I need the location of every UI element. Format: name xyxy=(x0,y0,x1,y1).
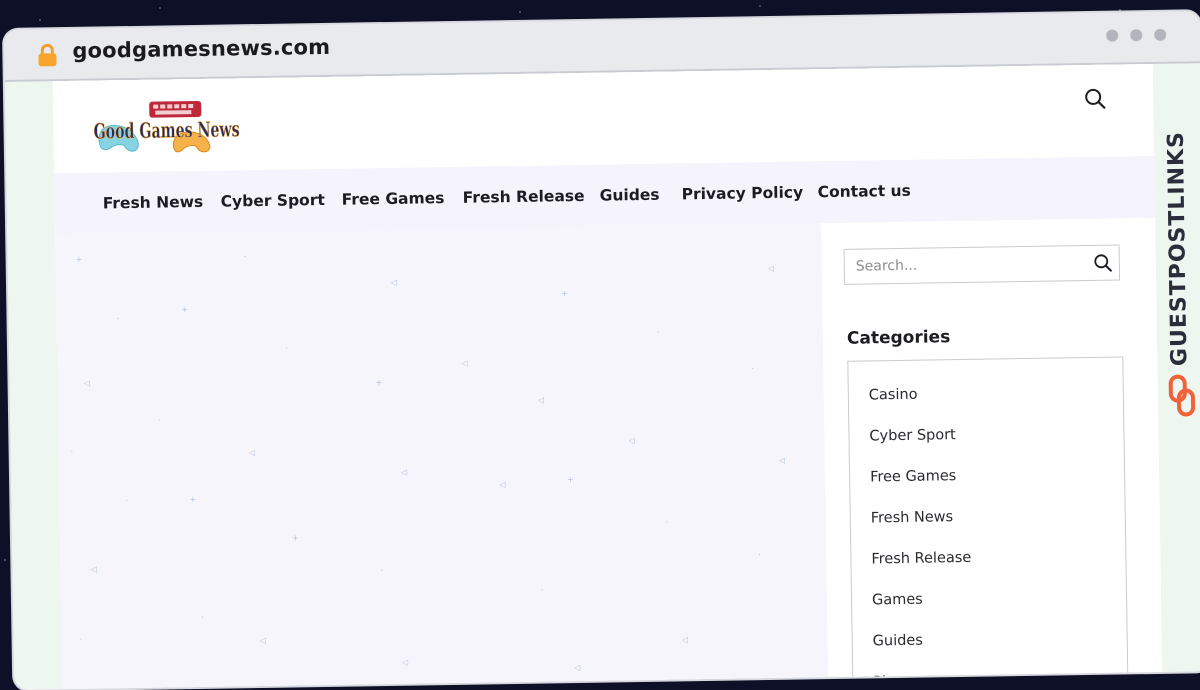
website: Good Games News Fresh News Cyber Sport F… xyxy=(52,63,1163,690)
background-speck: + xyxy=(181,305,189,315)
background-speck: ◁ xyxy=(90,564,97,574)
background-speck: ◁ xyxy=(461,358,468,368)
background-speck: · xyxy=(284,343,288,353)
background-speck: · xyxy=(243,252,247,262)
background-speck: ◁ xyxy=(83,378,90,388)
nav-item-cyber-sport[interactable]: Cyber Sport xyxy=(221,191,325,211)
category-link-fresh-release[interactable]: Fresh Release xyxy=(871,550,971,568)
background-speck: · xyxy=(70,446,74,457)
background-speck: · xyxy=(540,585,544,595)
search-input[interactable] xyxy=(844,245,1108,284)
background-speck: · xyxy=(665,517,669,527)
background-speck: · xyxy=(201,612,204,622)
category-link-casino[interactable]: Casino xyxy=(869,387,918,404)
sidebar-search xyxy=(843,244,1121,285)
window-dot[interactable] xyxy=(1106,29,1119,42)
background-speck: ◁ xyxy=(259,635,266,646)
category-link-games[interactable]: Games xyxy=(872,592,923,609)
background-speck: · xyxy=(158,415,161,425)
background-speck: + xyxy=(189,495,197,505)
lock-icon xyxy=(38,43,57,67)
logo-text: Good Games News xyxy=(93,116,239,143)
category-link-phone[interactable]: Phone xyxy=(873,674,918,690)
guestpostlinks-watermark: GUESTPOSTLINKS xyxy=(1160,118,1200,419)
background-speck: ◁ xyxy=(499,480,506,490)
address-bar-url[interactable]: goodgamesnews.com xyxy=(72,35,330,63)
nav-item-guides[interactable]: Guides xyxy=(600,186,660,205)
nav-item-free-games[interactable]: Free Games xyxy=(342,189,445,209)
background-speck: · xyxy=(758,550,761,560)
categories-heading: Categories xyxy=(846,327,951,349)
nav-item-fresh-release[interactable]: Fresh Release xyxy=(463,187,585,207)
background-speck: · xyxy=(79,634,83,644)
category-link-cyber-sport[interactable]: Cyber Sport xyxy=(869,427,956,444)
nav-item-fresh-news[interactable]: Fresh News xyxy=(103,193,204,213)
background-speck: ◁ xyxy=(401,657,409,667)
background-speck: ◁ xyxy=(767,263,775,274)
background-speck: · xyxy=(656,327,660,337)
sidebar: Categories Casino Cyber Sport Free Games… xyxy=(821,217,1163,690)
background-speck: ◁ xyxy=(537,395,545,405)
categories-list: Casino Cyber Sport Free Games Fresh News… xyxy=(847,356,1129,690)
background-speck: · xyxy=(125,496,129,506)
background-speck: + xyxy=(75,254,83,264)
search-submit-icon[interactable] xyxy=(1093,253,1113,273)
category-link-free-games[interactable]: Free Games xyxy=(870,468,956,485)
watermark-text: GUESTPOSTLINKS xyxy=(1163,130,1193,367)
background-speck: ◁ xyxy=(390,277,398,287)
background-speck: ◁ xyxy=(574,663,581,673)
browser-window: goodgamesnews.com Good Games Fresh News … xyxy=(4,11,1200,690)
background-speck: ◁ xyxy=(628,436,635,446)
site-logo[interactable]: Good Games News xyxy=(91,94,242,162)
search-icon[interactable] xyxy=(1083,87,1107,111)
site-header: Good Games News xyxy=(52,63,1155,174)
background-speck: ◁ xyxy=(681,635,688,645)
chain-link-icon xyxy=(1168,374,1196,417)
category-link-guides[interactable]: Guides xyxy=(873,633,923,650)
category-link-fresh-news[interactable]: Fresh News xyxy=(871,509,954,526)
background-speck: ◁ xyxy=(248,448,255,458)
background-speck: + xyxy=(567,475,574,485)
background-speck: · xyxy=(751,364,755,374)
background-speck: ◁ xyxy=(778,455,786,465)
background-speck: · xyxy=(116,314,120,324)
main-content-area: + · ◁ + · + ◁ · ◁ · ◁ + ◁ · · ◁ ◁ · ◁ ◁ xyxy=(55,223,829,690)
background-speck: + xyxy=(291,533,299,543)
background-speck: · xyxy=(380,566,384,576)
window-dot[interactable] xyxy=(1130,29,1143,42)
nav-item-privacy-policy[interactable]: Privacy Policy xyxy=(682,183,804,203)
background-speck: ◁ xyxy=(400,467,408,477)
background-speck: + xyxy=(375,378,383,388)
page-viewport: Good Games News Fresh News Cyber Sport F… xyxy=(4,63,1200,690)
background-speck: + xyxy=(561,289,568,299)
window-controls xyxy=(1106,28,1167,42)
window-dot[interactable] xyxy=(1154,28,1167,41)
nav-item-contact-us[interactable]: Contact us xyxy=(818,182,911,201)
